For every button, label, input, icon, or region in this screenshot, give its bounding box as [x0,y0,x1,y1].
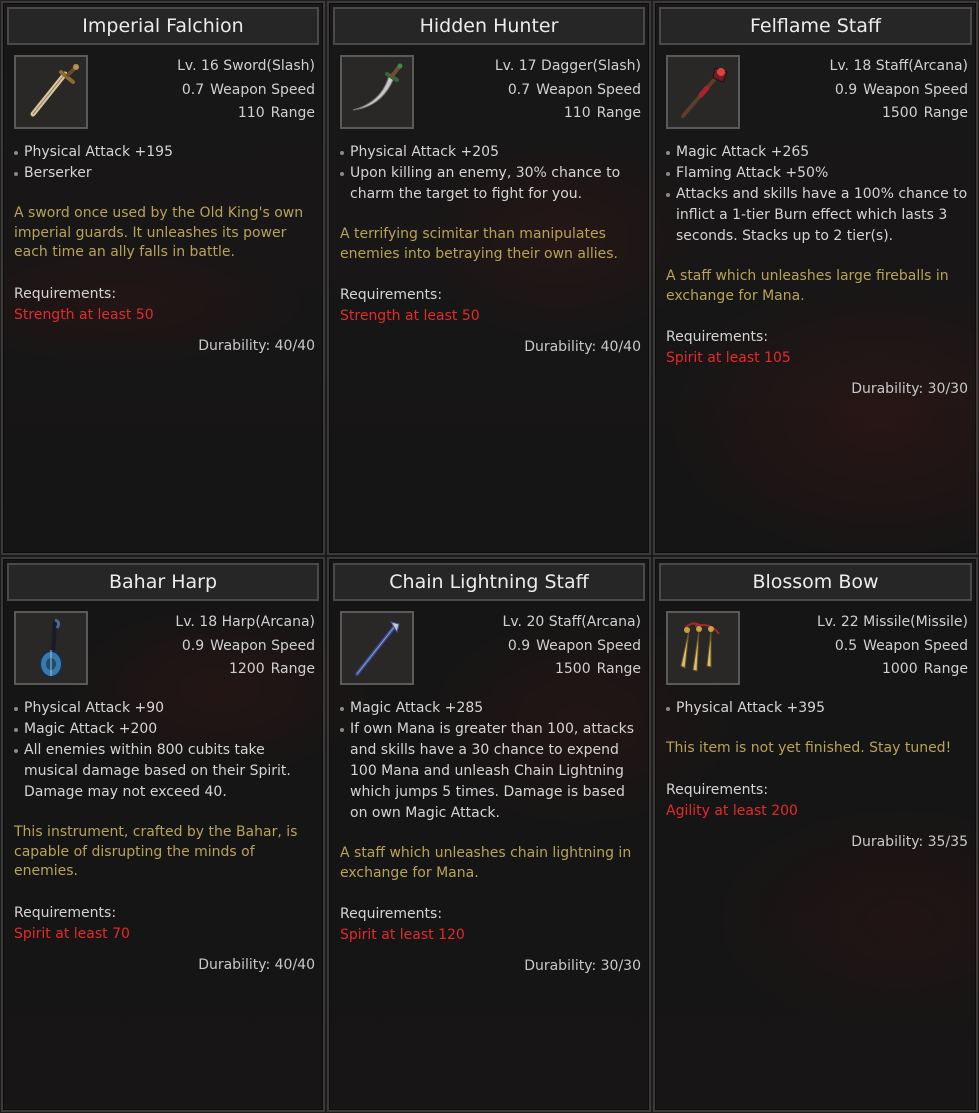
level-type: Lv. 18 Harp(Arcana) [175,614,315,630]
weapon-range: 1200 Range [228,661,315,677]
attribute: Attacks and skills have a 100% chance to… [666,184,968,247]
item-title: Imperial Falchion [7,7,319,45]
weapon-speed: 0.9 Weapon Speed [181,637,315,654]
level-type: Lv. 16 Sword(Slash) [177,58,315,74]
attribute: Physical Attack +195 [14,142,315,163]
requirements-label: Requirements: [666,781,769,798]
item-title: Hidden Hunter [333,7,645,45]
durability: Durability: 40/40 [524,339,641,355]
item-stats: Lv. 16 Sword(Slash) 0.7 Weapon Speed 110 R… [177,55,315,126]
level-type: Lv. 22 Missile(Missile) [817,614,968,630]
weapon-range: 1000 Range [881,661,968,677]
requirements-label: Requirements: [666,329,769,345]
requirements-label: Requirements: [14,285,117,302]
item-description: This item is not yet finished. Stay tune… [666,740,952,756]
durability: Durability: 35/35 [851,833,968,850]
item-card-imperial-falchion: Imperial Falchion Lv. 16 Sword(Slash) 0.… [1,1,325,555]
durability: Durability: 40/40 [198,956,315,973]
item-stats: Lv. 20 Staff(Arcana) 0.9 Weapon Speed 150… [503,611,641,682]
weapon-range: 1500 Range [554,661,641,677]
level-type: Lv. 18 Staff(Arcana) [829,58,968,74]
item-title: Chain Lightning Staff [333,563,645,601]
item-description: A staff which unleashes chain lightning … [340,845,632,881]
item-body: Physical Attack +205 Upon killing an ene… [340,142,641,358]
requirement: Strength at least 50 [14,306,154,323]
item-card-chain-lightning-staff: Chain Lightning Staff Lv. 20 Staff(Arcan… [327,557,651,1112]
item-description: A sword once used by the Old King's own … [14,205,304,260]
item-card-bahar-harp: Bahar Harp Lv. 18 Harp(Arcana) 0.9 Weapon… [1,557,325,1112]
attribute: If own Mana is greater than 100, attacks… [340,719,641,824]
item-card-hidden-hunter: Hidden Hunter Lv. 17 Dagger(Slash) 0.7 We… [327,1,651,555]
weapon-speed: 0.5 Weapon Speed [834,637,968,654]
item-title: Blossom Bow [659,563,972,601]
weapon-speed: 0.7 Weapon Speed [181,81,315,98]
weapon-speed: 0.9 Weapon Speed [834,81,968,98]
item-body: Magic Attack +285 If own Mana is greater… [340,698,641,977]
attribute: Physical Attack +395 [666,698,968,719]
requirement: Agility at least 200 [666,802,798,819]
item-description: A terrifying scimitar than manipulates e… [340,226,618,262]
attribute: Magic Attack +265 [666,142,968,163]
durability: Durability: 40/40 [198,337,315,354]
item-body: Magic Attack +265 Flaming Attack +50% At… [666,142,968,400]
weapon-range: 110 Range [563,105,641,121]
requirement: Spirit at least 120 [340,927,465,943]
sword-icon [14,55,88,129]
weapon-speed: 0.9 Weapon Speed [507,637,641,654]
weapon-range: 110 Range [237,105,315,121]
item-body: Physical Attack +90 Magic Attack +200 Al… [14,698,315,976]
requirement: Spirit at least 70 [14,925,130,942]
item-stats: Lv. 18 Harp(Arcana) 0.9 Weapon Speed 1200… [175,611,315,682]
item-tooltip-grid: Imperial Falchion Lv. 16 Sword(Slash) 0.… [0,0,979,1113]
level-type: Lv. 20 Staff(Arcana) [502,614,641,630]
harp-icon [14,611,88,685]
requirements-label: Requirements: [14,904,117,921]
item-title: Bahar Harp [7,563,319,601]
durability: Durability: 30/30 [851,381,968,397]
attribute: Flaming Attack +50% [666,163,968,184]
attribute: Magic Attack +200 [14,719,315,740]
requirement: Spirit at least 105 [666,350,791,366]
weapon-range: 1500 Range [881,105,968,121]
attribute: Physical Attack +205 [340,142,641,163]
dagger-icon [340,55,414,129]
item-description: A staff which unleashes large fireballs … [666,268,949,304]
darts-icon [666,611,740,685]
requirements-label: Requirements: [340,287,443,303]
item-stats: Lv. 22 Missile(Missile) 0.5 Weapon Speed … [817,611,968,682]
item-title: Felflame Staff [659,7,972,45]
item-body: Physical Attack +195 Berserker A sword o… [14,142,315,357]
weapon-speed: 0.7 Weapon Speed [507,81,641,98]
item-card-blossom-bow: Blossom Bow Lv. 22 Missile(Missile) 0.5 W… [653,557,978,1112]
requirements-label: Requirements: [340,906,443,922]
item-card-felflame-staff: Felflame Staff Lv. 18 Staff(Arcana) 0.9 W… [653,1,978,555]
attribute: Physical Attack +90 [14,698,315,719]
attribute: Berserker [14,163,315,184]
item-body: Physical Attack +395 This item is not ye… [666,698,968,853]
item-stats: Lv. 18 Staff(Arcana) 0.9 Weapon Speed 150… [830,55,968,126]
fire-staff-icon [666,55,740,129]
attribute: All enemies within 800 cubits take music… [14,740,315,803]
durability: Durability: 30/30 [524,958,641,974]
item-stats: Lv. 17 Dagger(Slash) 0.7 Weapon Speed 110… [495,55,641,126]
attribute: Upon killing an enemy, 30% chance to cha… [340,163,641,205]
requirement: Strength at least 50 [340,308,480,324]
attribute: Magic Attack +285 [340,698,641,719]
item-description: This instrument, crafted by the Bahar, i… [14,824,298,879]
lightning-staff-icon [340,611,414,685]
level-type: Lv. 17 Dagger(Slash) [494,58,641,74]
